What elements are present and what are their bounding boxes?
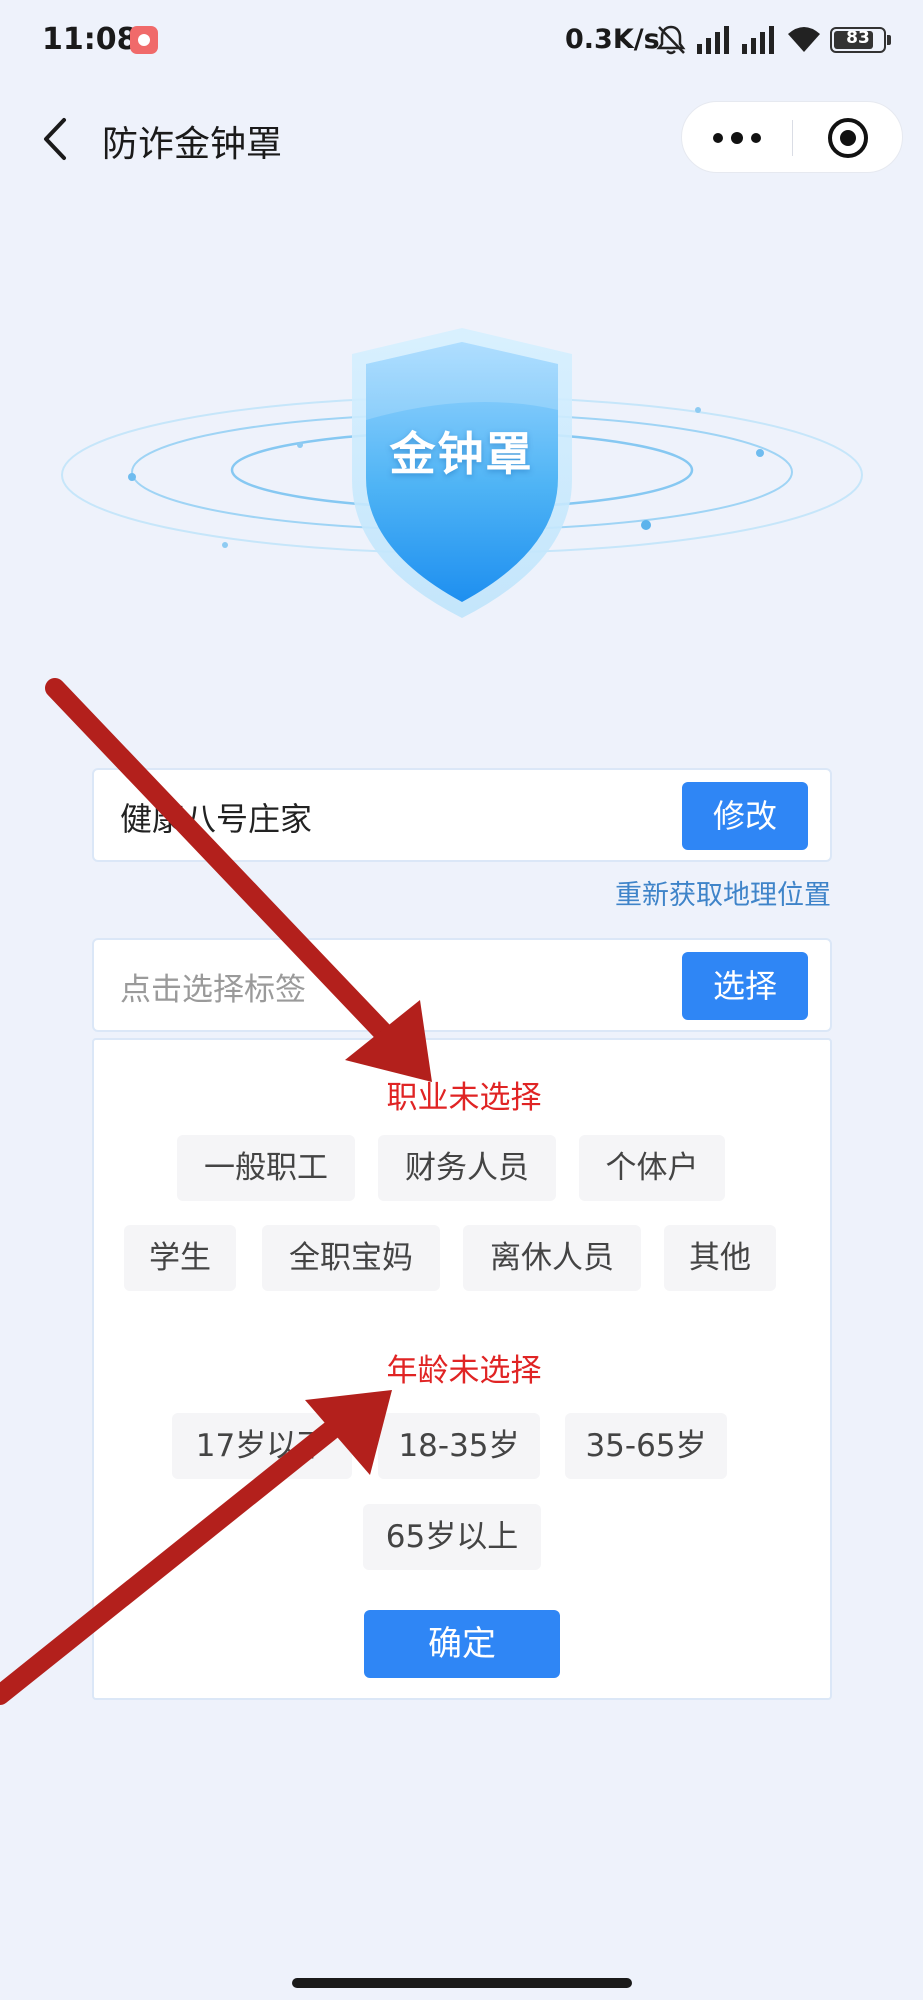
age-option-over-65[interactable]: 65岁以上 (363, 1504, 541, 1570)
select-button[interactable]: 选择 (682, 952, 808, 1020)
occupation-option-other[interactable]: 其他 (664, 1225, 776, 1291)
shield-title: 金钟罩 (389, 427, 534, 481)
tag-placeholder[interactable]: 点击选择标签 (120, 964, 306, 1009)
occupation-option-fulltime-mom[interactable]: 全职宝妈 (262, 1225, 440, 1291)
modify-button[interactable]: 修改 (682, 782, 808, 850)
occupation-option-self-employed[interactable]: 个体户 (579, 1135, 725, 1201)
age-option-18-35[interactable]: 18-35岁 (378, 1413, 540, 1479)
screen-record-icon (130, 26, 158, 54)
shield-hero: 金钟罩 (0, 300, 923, 640)
status-time: 11:08 (42, 22, 138, 57)
more-icon[interactable] (712, 132, 762, 144)
age-status: 年龄未选择 (386, 1353, 542, 1389)
battery-icon: 83 (830, 27, 891, 53)
relocate-link[interactable]: 重新获取地理位置 (615, 873, 831, 912)
home-indicator (292, 1978, 632, 1988)
address-value: 健康八号庄家 (120, 800, 313, 838)
occupation-option-finance[interactable]: 财务人员 (378, 1135, 556, 1201)
battery-level: 83 (846, 28, 870, 48)
options-panel: 职业未选择 一般职工 财务人员 个体户 学生 全职宝妈 离休人员 其他 年龄未选… (92, 1038, 832, 1700)
mini-program-capsule (681, 101, 903, 173)
back-arrow-icon[interactable] (36, 116, 76, 162)
age-option-35-65[interactable]: 35-65岁 (565, 1413, 727, 1479)
status-bar: 11:08 0.3K/s 83 (0, 0, 923, 84)
page-title: 防诈金钟罩 (102, 124, 283, 165)
occupation-option-retired[interactable]: 离休人员 (463, 1225, 641, 1291)
tag-card[interactable]: 点击选择标签 选择 (92, 938, 832, 1032)
signal-icon (697, 26, 729, 54)
wifi-icon (788, 27, 820, 52)
capsule-divider (792, 120, 793, 156)
signal-icon (742, 26, 774, 54)
address-card: 健康八号庄家 修改 (92, 768, 832, 862)
confirm-button[interactable]: 确定 (364, 1610, 560, 1678)
bell-muted-icon (656, 25, 686, 55)
close-target-icon[interactable] (826, 116, 870, 160)
occupation-option-student[interactable]: 学生 (124, 1225, 236, 1291)
occupation-option-general-staff[interactable]: 一般职工 (177, 1135, 355, 1201)
occupation-status: 职业未选择 (386, 1080, 542, 1116)
network-speed: 0.3K/s (565, 24, 660, 55)
age-option-under-17[interactable]: 17岁以下 (172, 1413, 352, 1479)
